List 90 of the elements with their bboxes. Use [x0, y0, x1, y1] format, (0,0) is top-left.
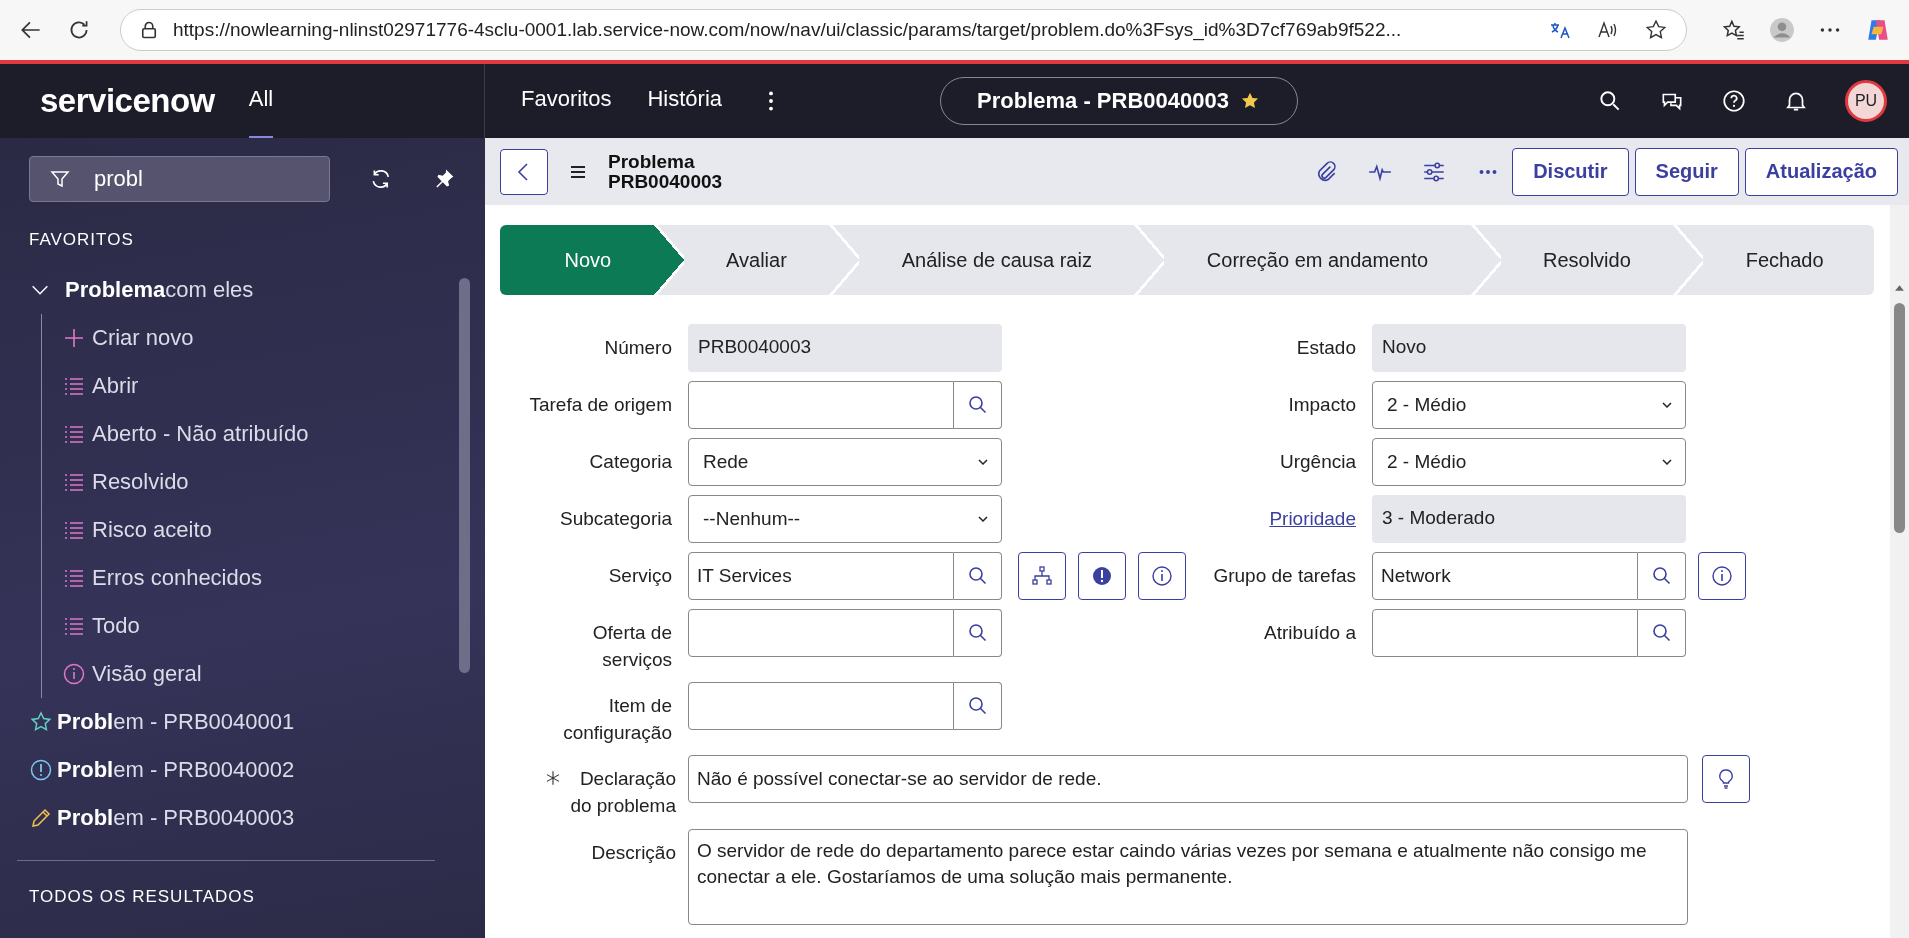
input-field[interactable]: IT Services	[688, 552, 954, 600]
header-button[interactable]: Atualização	[1744, 147, 1898, 196]
nav-menu[interactable]: Favoritos	[521, 62, 612, 140]
copilot-icon[interactable]	[1865, 17, 1891, 43]
field-label: Número	[603, 336, 672, 360]
filter-field[interactable]: probl	[29, 156, 330, 202]
header-button[interactable]: Seguir	[1634, 147, 1739, 196]
nav-item[interactable]: Problem - PRB0040003	[29, 794, 457, 842]
search-button[interactable]	[954, 381, 1002, 429]
nav-item[interactable]: Abrir	[62, 362, 457, 410]
scroll-up-icon	[1894, 283, 1905, 294]
field-label: Estado	[1295, 336, 1356, 360]
header-button[interactable]: Discutir	[1512, 147, 1629, 196]
nav-item[interactable]: Problem - PRB0040002	[29, 746, 457, 794]
select-field[interactable]: 2 - Médio	[1372, 381, 1686, 429]
alert-icon	[1090, 564, 1114, 588]
field-label: Oferta de serviços	[591, 621, 672, 672]
profile-icon[interactable]	[1769, 17, 1795, 43]
nav-item[interactable]: Criar novo	[62, 314, 457, 362]
select-field[interactable]: --Nenhum--	[688, 495, 1002, 543]
nav-item[interactable]: Visão geral	[62, 650, 457, 698]
stage-step[interactable]: Avaliar	[683, 225, 860, 295]
field-label: Descrição	[591, 840, 676, 865]
nav-item[interactable]: Aberto - Não atribuído	[62, 410, 457, 458]
lock-icon[interactable]	[139, 20, 159, 40]
info-icon	[1710, 564, 1734, 588]
stage-step[interactable]: Fechado	[1703, 225, 1875, 295]
field-label: Grupo de tarefas	[1212, 564, 1356, 588]
help-icon[interactable]	[1721, 88, 1747, 114]
input-field[interactable]: Não é possível conectar-se ao servidor de rede.	[688, 755, 1688, 804]
select-field[interactable]: 2 - Médio	[1372, 438, 1686, 486]
field-label: Atribuído a	[1263, 621, 1356, 645]
record-number: PRB0040003	[608, 171, 723, 192]
search-button[interactable]	[954, 682, 1002, 731]
nav-item[interactable]: Erros conhecidos	[62, 554, 457, 602]
readonly-field: Novo	[1372, 324, 1686, 372]
logo[interactable]: servicenow	[40, 82, 215, 120]
input-field[interactable]	[688, 682, 954, 731]
scrollbar-thumb[interactable]	[1894, 303, 1905, 533]
back-button[interactable]	[500, 148, 548, 195]
textarea-field[interactable]: O servidor de rede do departamento parece estar caindo várias vezes por semana e atualmente não consigo me conectar a ele. Gostaríamos de uma solução mais permanente.	[688, 828, 1688, 925]
input-field[interactable]: Network	[1372, 552, 1638, 600]
field-label: Tarefa de origem	[528, 393, 672, 417]
search-button[interactable]	[1638, 552, 1686, 600]
nav-menu[interactable]: História	[647, 62, 723, 140]
hierarchy-icon	[1030, 564, 1054, 588]
stage-step[interactable]: Correção em andamento	[1164, 225, 1501, 295]
field-label: Subcategoria	[559, 507, 672, 531]
search-button[interactable]	[1638, 609, 1686, 657]
hint-button[interactable]	[1702, 755, 1750, 804]
field-label: Impacto	[1287, 393, 1356, 417]
nav-item[interactable]: Problem - PRB0040001	[29, 698, 457, 746]
input-field[interactable]	[688, 609, 954, 657]
field-label: Serviço	[607, 564, 672, 588]
nav-item[interactable]: Resolvido	[62, 458, 457, 506]
nav-item[interactable]: Risco aceito	[62, 506, 457, 554]
input-field[interactable]	[1372, 609, 1638, 657]
scrollbar[interactable]	[1890, 205, 1909, 938]
stage-step[interactable]: Novo	[500, 225, 684, 295]
select-field[interactable]: Rede	[688, 438, 1002, 486]
stage-step[interactable]: Resolvido	[1500, 225, 1704, 295]
field-label: Categoria	[588, 450, 672, 474]
info-button[interactable]	[1698, 552, 1746, 600]
field-label: Declaração do problema	[570, 767, 676, 818]
readonly-field: PRB0040003	[688, 324, 1002, 372]
field-label: Urgência	[1278, 450, 1356, 474]
info-button[interactable]	[1138, 552, 1186, 600]
search-button[interactable]	[954, 552, 1002, 600]
info-icon	[1150, 564, 1174, 588]
readonly-field: 3 - Moderado	[1372, 495, 1686, 543]
star-icon	[29, 710, 53, 734]
section-heading: FAVORITOS	[29, 229, 135, 251]
plus-icon	[62, 326, 86, 350]
nav-group[interactable]: Problemacom eles	[29, 266, 457, 314]
stage-step[interactable]: Análise de causa raiz	[859, 225, 1165, 295]
field-label-link[interactable]: Prioridade	[1180, 495, 1356, 533]
user-avatar[interactable]: PU	[1845, 80, 1887, 122]
input-field[interactable]	[688, 381, 954, 429]
info-icon	[62, 662, 86, 686]
search-button[interactable]	[954, 609, 1002, 657]
alert-button[interactable]	[1078, 552, 1126, 600]
section-heading: TODOS OS RESULTADOS	[29, 886, 256, 908]
pencil-icon	[29, 806, 53, 830]
alert-icon	[29, 758, 53, 782]
nav-item[interactable]: Todo	[62, 602, 457, 650]
scrollbar-thumb[interactable]	[459, 278, 470, 673]
address-bar[interactable]: https://nowlearning-nlinst02971776-4sclu-0001.lab.service-now.com/now/nav/ui/classic/params/target/problem.do%3Fsys_id%3D7cf769ab9f522...	[120, 9, 1687, 51]
hierarchy-button[interactable]	[1018, 552, 1066, 600]
record-type: Problema	[608, 151, 696, 172]
field-label: Item de configuração	[562, 694, 672, 745]
